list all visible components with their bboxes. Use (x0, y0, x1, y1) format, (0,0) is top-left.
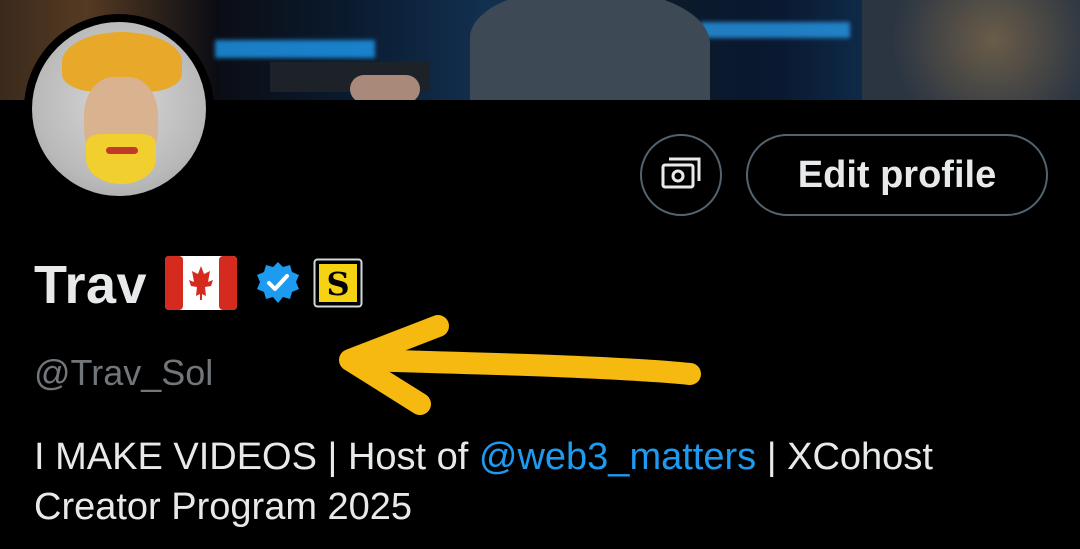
money-icon (661, 157, 701, 189)
svg-text:S: S (327, 265, 350, 303)
bio-mention-link[interactable]: @web3_matters (479, 436, 756, 478)
bio: I MAKE VIDEOS | Host of @web3_matters | … (34, 432, 1044, 532)
canada-flag-icon (165, 255, 238, 315)
subscriptions-button[interactable] (640, 134, 722, 216)
banner-person (470, 0, 710, 100)
banner-hand (350, 75, 420, 100)
affiliate-badge-icon[interactable]: S (313, 258, 363, 313)
annotation-arrow (339, 315, 701, 415)
bio-text: I MAKE VIDEOS | Host of (34, 436, 479, 478)
banner-monitor-glow (700, 22, 850, 38)
avatar-image (32, 22, 206, 196)
edit-profile-button[interactable]: Edit profile (746, 134, 1048, 216)
name-row: Trav S (34, 254, 363, 316)
banner-monitor-glow (215, 40, 375, 58)
avatar-beard (86, 134, 156, 184)
banner-background (862, 0, 1080, 100)
handle: @Trav_Sol (34, 352, 214, 393)
display-name: Trav (34, 255, 148, 315)
verified-badge-icon[interactable] (255, 260, 301, 311)
avatar[interactable] (24, 14, 214, 204)
avatar-mouth (106, 147, 138, 154)
